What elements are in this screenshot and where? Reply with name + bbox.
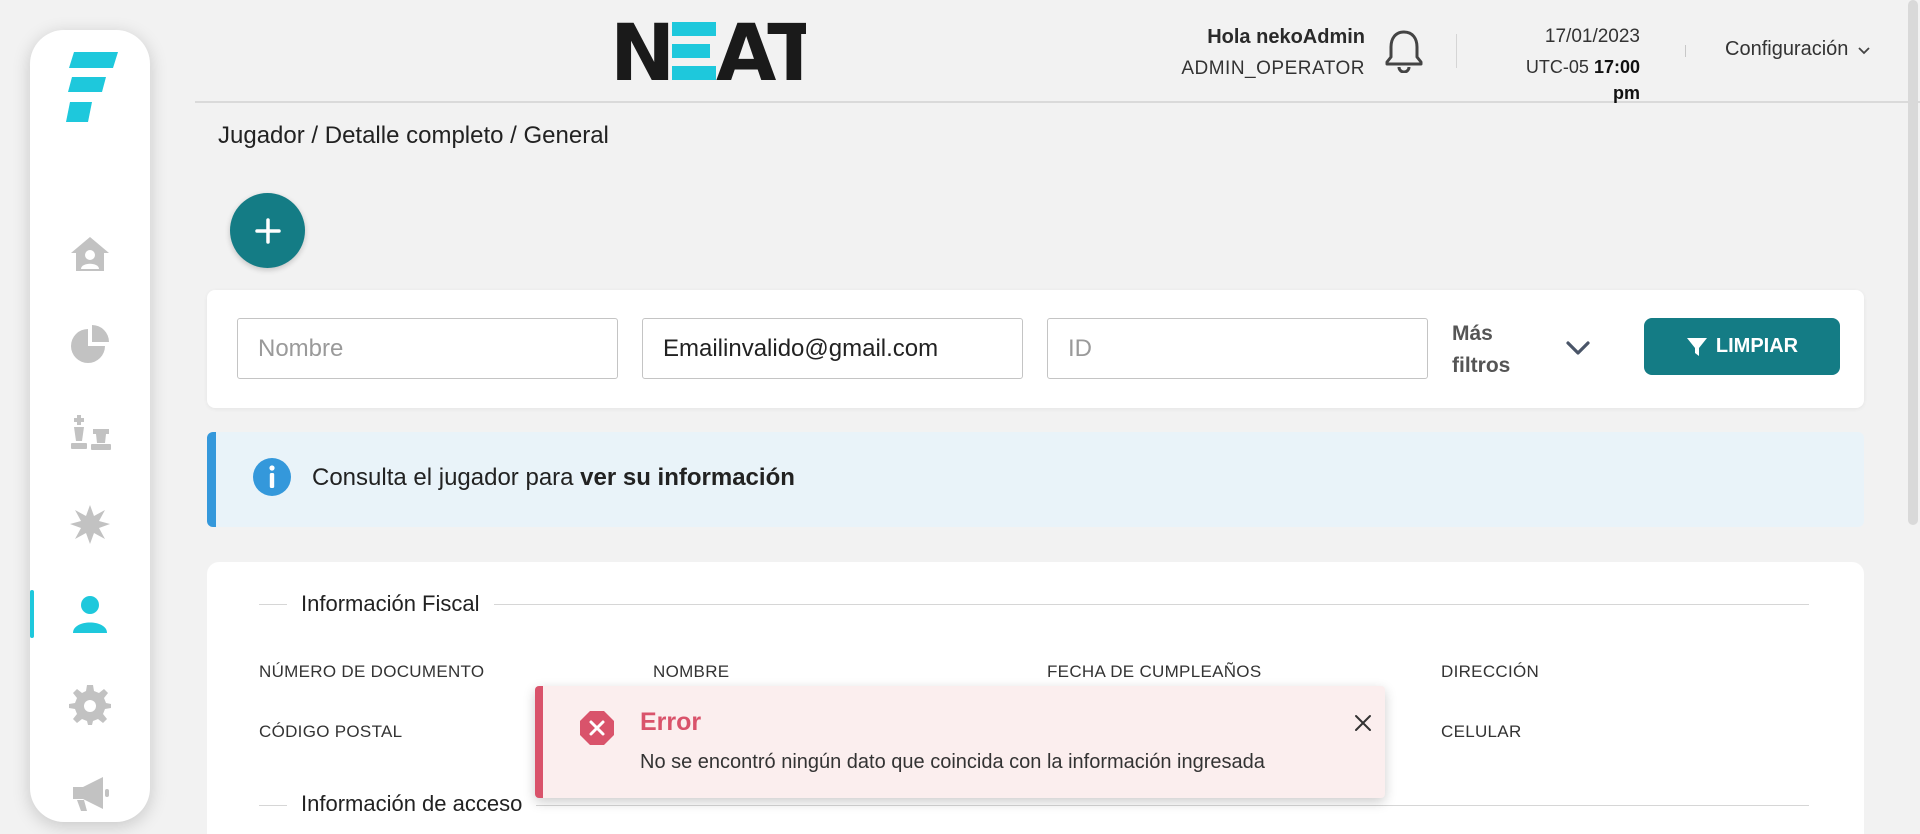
name-input[interactable] (237, 318, 618, 379)
close-icon (1355, 715, 1371, 731)
chevron-down-icon (1858, 46, 1871, 54)
field-label-name: NOMBRE (653, 662, 730, 681)
chess-icon (71, 415, 111, 450)
error-toast: Error No se encontró ningún dato que coi… (535, 686, 1385, 798)
more-filters-label: Más (1452, 322, 1493, 345)
sidebar-item-games[interactable] (30, 406, 150, 462)
filter-card: Más filtros LIMPIAR (207, 290, 1864, 408)
close-toast-button[interactable] (1348, 708, 1378, 738)
page-scrollbar[interactable] (1908, 0, 1918, 525)
pie-chart-icon (71, 325, 109, 363)
sidebar-item-players[interactable] (30, 586, 150, 642)
id-input[interactable] (1047, 318, 1428, 379)
field-label-document: NÚMERO DE DOCUMENTO (259, 662, 485, 681)
email-input[interactable] (642, 318, 1023, 379)
sidebar-item-campaigns[interactable] (30, 766, 150, 822)
error-icon (580, 711, 614, 745)
more-filters-toggle[interactable]: Más filtros (1452, 318, 1510, 382)
sidebar-item-home[interactable] (30, 226, 150, 282)
toast-title: Error (640, 708, 702, 736)
svg-text:AT: AT (716, 20, 806, 82)
more-filters-label: filtros (1452, 354, 1511, 377)
datetime: 17/01/2023 UTC-05 17:00 pm (1495, 24, 1640, 106)
chevron-down-icon[interactable] (1560, 330, 1596, 366)
sidebar (30, 30, 150, 822)
svg-text:N: N (610, 20, 672, 82)
timezone: UTC-05 (1525, 57, 1589, 77)
bell-icon[interactable] (1384, 29, 1424, 73)
sidebar-item-promotions[interactable] (30, 496, 150, 552)
field-label-birthday: FECHA DE CUMPLEAÑOS (1047, 662, 1262, 681)
info-alert-text: Consulta el jugador para ver su informac… (312, 464, 795, 491)
megaphone-icon (73, 777, 109, 811)
breadcrumb: Jugador / Detalle completo / General (218, 122, 609, 149)
plus-icon (254, 217, 281, 244)
info-alert: Consulta el jugador para ver su informac… (207, 432, 1864, 527)
filter-icon (1686, 337, 1707, 356)
sidebar-item-dashboard[interactable] (30, 316, 150, 372)
gear-icon (69, 685, 111, 725)
app-logo-icon (66, 52, 118, 122)
clear-button-label: LIMPIAR (1715, 335, 1799, 357)
info-alert-bold: ver su información (580, 464, 795, 491)
user-icon (73, 596, 107, 633)
user-role: ADMIN_OPERATOR (1181, 58, 1365, 79)
field-label-mobile: CELULAR (1441, 722, 1522, 741)
greeting-text: Hola nekoAdmin (1207, 26, 1365, 48)
info-icon (253, 458, 291, 496)
time-value: 17:00 pm (1593, 57, 1640, 103)
section-title-fiscal: Información Fiscal (287, 591, 494, 617)
field-label-postal-code: CÓDIGO POSTAL (259, 722, 403, 741)
field-label-address: DIRECCIÓN (1441, 662, 1540, 681)
header-divider (1456, 34, 1457, 68)
current-date: 17/01/2023 (1544, 26, 1640, 47)
header-divider (1685, 45, 1686, 57)
config-label: Configuración (1725, 38, 1849, 60)
sidebar-item-settings[interactable] (30, 676, 150, 732)
current-time: UTC-05 17:00 pm (1495, 54, 1640, 106)
config-menu[interactable]: Configuración (1725, 38, 1872, 61)
toast-message: No se encontró ningún dato que coincida … (640, 751, 1265, 773)
clear-button[interactable]: LIMPIAR (1644, 318, 1840, 375)
starburst-icon (70, 505, 110, 544)
section-title-access: Información de acceso (287, 791, 537, 817)
user-greeting: Hola nekoAdmin ADMIN_OPERATOR (1181, 24, 1365, 82)
home-icon (71, 237, 109, 271)
brand-logo: N AT (610, 20, 806, 82)
add-button[interactable] (230, 193, 305, 268)
top-header: N AT Hola nekoAdmin ADMIN_OPERATOR 17/01… (195, 0, 1920, 103)
